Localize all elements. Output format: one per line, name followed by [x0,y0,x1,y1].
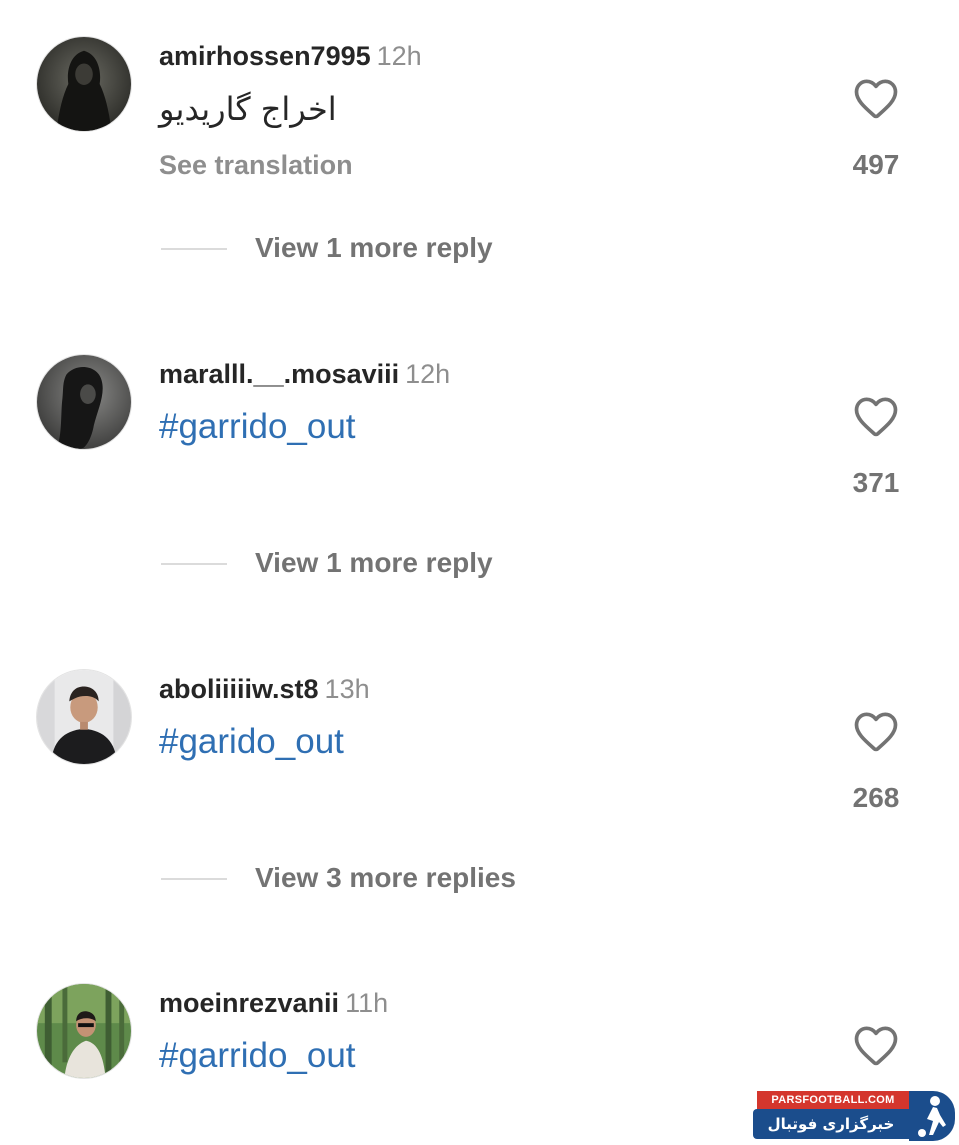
username[interactable]: moeinrezvanii [159,988,339,1018]
avatar[interactable] [36,669,132,765]
avatar[interactable] [36,36,132,132]
like-control: 268 [845,705,907,814]
view-replies-label: View 1 more reply [255,232,493,263]
replies-divider [161,563,227,565]
hashtag-link[interactable]: #garido_out [159,721,344,763]
comments-page: amirhossen7995 12h اخراج گاریدیو See tran… [0,0,959,1145]
view-replies-button[interactable]: View 1 more reply [161,547,661,581]
comment-meta: maralll.__.mosaviii 12h [159,358,450,390]
watermark-site: PARSFOOTBALL.COM [757,1091,909,1109]
avatar[interactable] [36,354,132,450]
view-replies-button[interactable]: View 1 more reply [161,232,661,266]
like-count: 268 [852,782,900,813]
view-replies-button[interactable]: View 3 more replies [161,862,661,896]
soccer-player-logo-icon [909,1091,955,1141]
dark-silhouette-avatar [37,355,131,449]
like-count: 371 [852,467,900,498]
comment-text: اخراج گاریدیو [159,90,337,128]
like-count: 497 [852,149,900,180]
heart-outline-icon[interactable] [850,390,902,442]
hashtag-link[interactable]: #garrido_out [159,406,356,448]
view-replies-label: View 1 more reply [255,547,493,578]
replies-divider [161,248,227,250]
comment-meta: aboliiiiiw.st8 13h [159,673,370,705]
username[interactable]: aboliiiiiw.st8 [159,674,319,704]
timestamp: 13h [324,674,370,704]
hashtag-link[interactable]: #garrido_out [159,1035,356,1077]
timestamp: 12h [405,359,451,389]
see-translation-link[interactable]: See translation [159,150,353,181]
timestamp: 11h [345,988,389,1018]
comment-item: amirhossen7995 12h اخراج گاریدیو See tran… [0,36,959,180]
username[interactable]: amirhossen7995 [159,41,371,71]
comment-item: aboliiiiiw.st8 13h #garido_out 268 [0,669,959,813]
username[interactable]: maralll.__.mosaviii [159,359,399,389]
parsfootball-watermark: PARSFOOTBALL.COM خبرگزاری فوتبال ایران [753,1091,959,1145]
timestamp: 12h [376,41,422,71]
replies-divider [161,878,227,880]
young-man-photo-avatar [37,670,131,764]
comment-meta: moeinrezvanii 11h [159,987,388,1019]
like-control [845,1019,907,1076]
avatar[interactable] [36,983,132,1079]
dark-hooded-figure-avatar [37,37,131,131]
heart-outline-icon[interactable] [850,72,902,124]
like-control: 371 [845,390,907,499]
heart-outline-icon[interactable] [850,1019,902,1071]
comment-meta: amirhossen7995 12h [159,40,422,72]
view-replies-label: View 3 more replies [255,862,516,893]
comment-item: maralll.__.mosaviii 12h #garrido_out 371 [0,354,959,498]
like-control: 497 [845,72,907,181]
man-in-forest-photo-avatar [37,984,131,1078]
heart-outline-icon[interactable] [850,705,902,757]
watermark-tagline: خبرگزاری فوتبال ایران [753,1109,909,1139]
